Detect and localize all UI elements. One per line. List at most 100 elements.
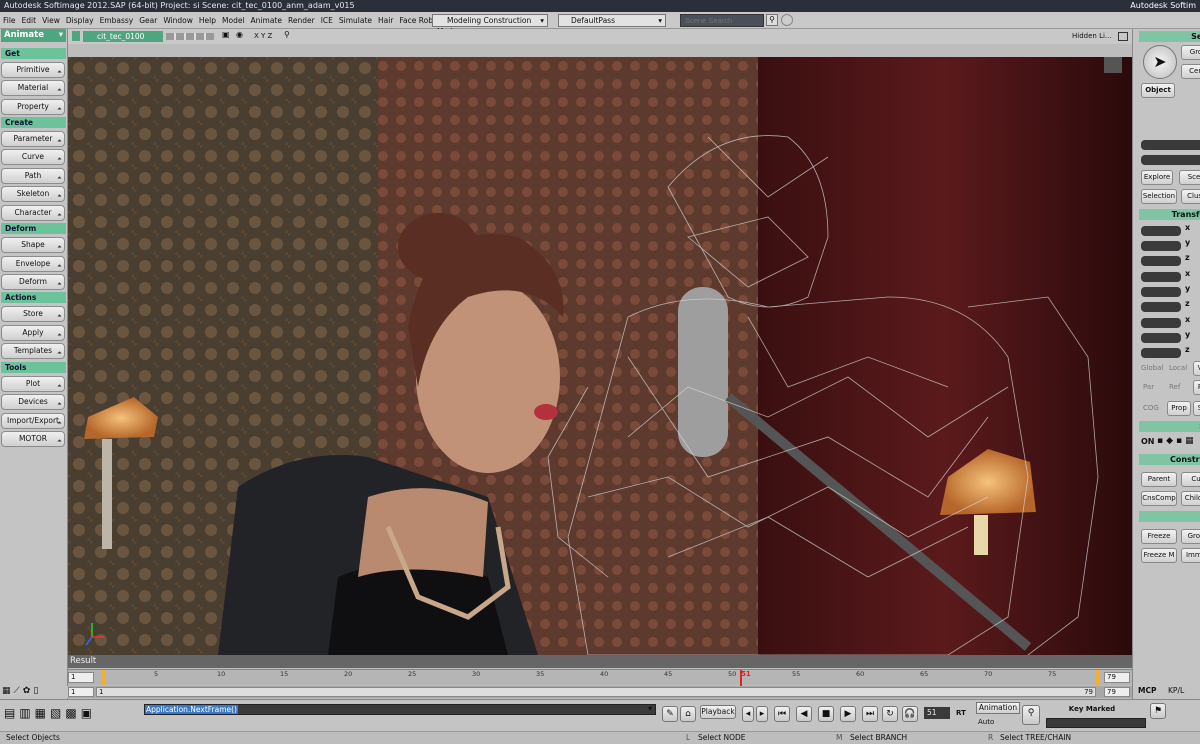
- last-frame-icon[interactable]: ⏭: [862, 706, 878, 722]
- childcomp-button[interactable]: ChildC: [1181, 491, 1200, 506]
- menu-simulate[interactable]: Simulate: [336, 12, 375, 29]
- selection-field-2[interactable]: [1141, 155, 1200, 165]
- prop-button[interactable]: Prop: [1167, 401, 1191, 416]
- range-slider[interactable]: 1 1 79 79: [68, 686, 1132, 698]
- cnscomp-button[interactable]: CnsComp: [1141, 491, 1177, 506]
- translate-y-field[interactable]: [1141, 333, 1181, 343]
- zoom-icon[interactable]: ⚲: [284, 30, 290, 39]
- store-button[interactable]: Store: [1, 306, 65, 322]
- path-button[interactable]: Path: [1, 168, 65, 184]
- auto-key-toggle[interactable]: Auto: [978, 718, 994, 726]
- material-button[interactable]: Material: [1, 80, 65, 96]
- par-button[interactable]: Par: [1143, 383, 1154, 391]
- center-button[interactable]: Cen: [1181, 64, 1200, 79]
- range-in-marker[interactable]: [102, 670, 105, 686]
- animation-menu-button[interactable]: Animation: [976, 702, 1020, 714]
- timeline-end-field[interactable]: 79: [1104, 672, 1130, 683]
- menu-model[interactable]: Model: [219, 12, 248, 29]
- menu-window[interactable]: Window: [160, 12, 196, 29]
- ref-button[interactable]: Ref: [1169, 383, 1180, 391]
- realtime-toggle[interactable]: RT: [956, 709, 966, 717]
- rotate-x-field[interactable]: [1141, 272, 1181, 282]
- sym-button[interactable]: S: [1193, 401, 1200, 416]
- parameter-button[interactable]: Parameter: [1, 131, 65, 147]
- play-backward-icon[interactable]: ◀: [796, 706, 812, 722]
- selection-field-1[interactable]: [1141, 140, 1200, 150]
- rotate-y-field[interactable]: [1141, 287, 1181, 297]
- play-forward-icon[interactable]: ▶: [840, 706, 856, 722]
- prev-key-icon[interactable]: ◂: [742, 706, 754, 722]
- menu-file[interactable]: File: [0, 12, 19, 29]
- mcp-tab[interactable]: MCP: [1138, 686, 1156, 695]
- camera-select[interactable]: cit_tec_0100: [83, 31, 163, 42]
- range-out-marker[interactable]: [1096, 670, 1099, 686]
- construction-mode-select[interactable]: Modeling Construction Mode▾: [432, 14, 548, 36]
- motor-button[interactable]: MOTOR: [1, 431, 65, 447]
- apply-button[interactable]: Apply: [1, 325, 65, 341]
- object-button[interactable]: Object: [1141, 83, 1175, 98]
- pin-icon[interactable]: ⚑: [1150, 703, 1166, 719]
- next-key-icon[interactable]: ▸: [756, 706, 768, 722]
- freeze-button[interactable]: Freeze: [1141, 529, 1177, 544]
- pass-select[interactable]: DefaultPass ▾: [558, 14, 666, 27]
- character-button[interactable]: Character: [1, 205, 65, 221]
- timeline-start-field[interactable]: 1: [68, 672, 94, 683]
- command-line[interactable]: Application.NextFrame(): [144, 704, 656, 715]
- menu-hair[interactable]: Hair: [375, 12, 396, 29]
- menu-animate[interactable]: Animate: [248, 12, 285, 29]
- viewport[interactable]: [68, 57, 1132, 655]
- snap-on-toggle[interactable]: ON: [1141, 437, 1155, 446]
- menu-gear[interactable]: Gear: [136, 12, 160, 29]
- audio-icon[interactable]: 🎧: [902, 706, 918, 722]
- axes-label[interactable]: X Y Z: [254, 32, 272, 40]
- script-icon[interactable]: ✎: [662, 706, 678, 722]
- cog-button[interactable]: COG: [1143, 404, 1159, 412]
- visibility-toggles[interactable]: [166, 33, 214, 40]
- plot-button[interactable]: Plot: [1, 376, 65, 392]
- view-button[interactable]: V: [1193, 361, 1200, 376]
- range-end-field[interactable]: 79: [1104, 687, 1130, 697]
- camera-icon[interactable]: ▣: [222, 30, 230, 39]
- global-button[interactable]: Global: [1141, 364, 1163, 372]
- property-button[interactable]: Property: [1, 99, 65, 115]
- translate-x-field[interactable]: [1141, 318, 1181, 328]
- layout-icons[interactable]: ▦⟋✿▯: [0, 686, 41, 696]
- range-start-field[interactable]: 1: [68, 687, 94, 697]
- toolbar-mode-select[interactable]: Animate ▾: [1, 29, 66, 42]
- animation-layer-field[interactable]: [1046, 718, 1146, 728]
- group-button[interactable]: Gro: [1181, 45, 1200, 60]
- first-frame-icon[interactable]: ⏮: [774, 706, 790, 722]
- maximize-icon[interactable]: [1118, 32, 1128, 41]
- group-freeze-button[interactable]: Grou: [1181, 529, 1200, 544]
- eye-icon[interactable]: ◉: [236, 30, 243, 39]
- playback-menu-button[interactable]: Playback: [700, 705, 736, 719]
- templates-button[interactable]: Templates: [1, 343, 65, 359]
- selection-button[interactable]: Selection: [1141, 189, 1177, 204]
- key-marked-parameters-button[interactable]: Key Marked Parameters: [1046, 703, 1138, 725]
- skeleton-button[interactable]: Skeleton: [1, 186, 65, 202]
- menu-help[interactable]: Help: [196, 12, 219, 29]
- curve-button[interactable]: Curve: [1, 149, 65, 165]
- scale-y-field[interactable]: [1141, 241, 1181, 251]
- layout-buttons[interactable]: ▤▥▦▧▩▣: [4, 706, 96, 720]
- lock-icon[interactable]: ⌂: [680, 706, 696, 722]
- timeline[interactable]: 1 5 10 15 20 25 30 35 40 45 50 55 60 65 …: [68, 669, 1132, 686]
- range-track[interactable]: 1 79: [96, 687, 1096, 697]
- primitive-button[interactable]: Primitive: [1, 62, 65, 78]
- snap-icons[interactable]: ▪◆▪▦: [1157, 436, 1197, 446]
- deform-button[interactable]: Deform: [1, 274, 65, 290]
- immed-button[interactable]: Imme: [1181, 548, 1200, 563]
- local-button[interactable]: Local: [1169, 364, 1187, 372]
- stop-icon[interactable]: ■: [818, 706, 834, 722]
- scale-z-field[interactable]: [1141, 256, 1181, 266]
- menu-render[interactable]: Render: [285, 12, 318, 29]
- display-mode-select[interactable]: Hidden Li...: [1072, 32, 1112, 40]
- rotate-z-field[interactable]: [1141, 302, 1181, 312]
- plane-button[interactable]: P: [1193, 380, 1200, 395]
- menu-view[interactable]: View: [39, 12, 63, 29]
- explore-button[interactable]: Explore: [1141, 170, 1173, 185]
- envelope-button[interactable]: Envelope: [1, 256, 65, 272]
- loop-icon[interactable]: ↻: [882, 706, 898, 722]
- scene-button[interactable]: Sce: [1179, 170, 1200, 185]
- select-arrow-icon[interactable]: ➤: [1143, 45, 1177, 79]
